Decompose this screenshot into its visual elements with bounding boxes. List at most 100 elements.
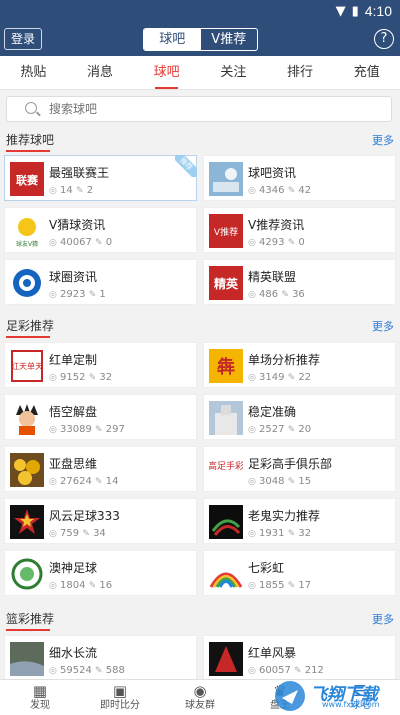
member-count: 9152 xyxy=(60,372,86,383)
posts-icon: ✎ xyxy=(88,373,97,383)
club-name: V推荐资讯 xyxy=(248,218,305,232)
post-count: 36 xyxy=(292,289,305,300)
nav-label: 发现 xyxy=(30,700,50,711)
more-link[interactable]: 更多 xyxy=(372,611,394,627)
nav-qiuba[interactable]: ☰ 球吧 xyxy=(320,680,400,715)
club-logo: 高足手彩 xyxy=(209,453,243,487)
club-card[interactable]: 稳定准确 ◎ 2527 ✎ 20 xyxy=(203,394,396,440)
club-name: 细水长流 xyxy=(49,646,98,660)
login-button[interactable]: 登录 xyxy=(4,28,42,50)
club-stats: ◎ 4293 ✎ 0 xyxy=(248,237,305,248)
search-box[interactable] xyxy=(6,96,392,122)
club-card[interactable]: 联赛 最强联赛王 ◎ 14 ✎ 2 推荐 xyxy=(4,155,197,201)
club-name: 澳神足球 xyxy=(49,561,98,575)
club-name: 红单定制 xyxy=(49,353,98,367)
club-card[interactable]: V推荐 V推荐资讯 ◎ 4293 ✎ 0 xyxy=(203,207,396,253)
club-card[interactable]: 精英 精英联盟 ◎ 486 ✎ 36 xyxy=(203,259,396,305)
post-count: 42 xyxy=(298,185,312,196)
members-icon: ◎ xyxy=(49,186,57,196)
post-count: 297 xyxy=(105,424,125,435)
club-logo xyxy=(209,557,243,591)
tab-qiuba[interactable]: 球吧 xyxy=(133,56,200,89)
logo-text: 球友V猜 xyxy=(16,240,38,248)
calendar-icon: ▣ xyxy=(112,682,128,700)
posts-icon: ✎ xyxy=(95,238,103,248)
section-recommended-header: 推荐球吧 更多 xyxy=(0,128,400,152)
club-stats: ◎ 1804 ✎ 16 xyxy=(49,580,112,591)
posts-icon: ✎ xyxy=(287,238,296,248)
more-link[interactable]: 更多 xyxy=(372,318,394,334)
battery-icon: ▮ xyxy=(351,3,359,19)
club-logo xyxy=(209,162,243,196)
member-count: 1804 xyxy=(60,580,86,591)
posts-icon: ✎ xyxy=(95,666,103,676)
posts-icon: ✎ xyxy=(294,666,302,676)
club-stats: ◎ 14 ✎ 2 xyxy=(49,185,93,196)
club-card[interactable]: 红天单天 红单定制 ◎ 9152 ✎ 32 xyxy=(4,342,197,388)
club-logo: 红天单天 xyxy=(10,349,44,383)
club-card[interactable]: 球圈资讯 ◎ 2923 ✎ 1 xyxy=(4,259,197,305)
tab-messages[interactable]: 消息 xyxy=(67,56,134,89)
members-icon: ◎ xyxy=(248,666,256,676)
club-name: 老鬼实力推荐 xyxy=(248,509,321,523)
club-card[interactable]: 七彩虹 ◎ 1855 ✎ 17 xyxy=(203,550,396,596)
member-count: 759 xyxy=(60,528,80,539)
club-card[interactable]: 悟空解盘 ◎ 33089 ✎ 297 xyxy=(4,394,197,440)
more-link[interactable]: 更多 xyxy=(372,132,394,148)
nav-panwang[interactable]: ♛ 盘王 xyxy=(240,680,320,715)
club-card[interactable]: 细水长流 ◎ 59524 ✎ 588 xyxy=(4,635,197,681)
club-card[interactable]: 高足手彩 足彩高手俱乐部 ◎ 3048 ✎ 15 xyxy=(203,446,396,492)
member-count: 1855 xyxy=(259,580,285,591)
club-name: 悟空解盘 xyxy=(49,405,98,419)
club-card[interactable]: 亚盘思维 ◎ 27624 ✎ 14 xyxy=(4,446,197,492)
member-count: 4293 xyxy=(259,237,285,248)
wifi-icon: ▼ xyxy=(335,3,346,19)
tab-hot-posts[interactable]: 热贴 xyxy=(0,56,67,89)
crown-icon: ♛ xyxy=(273,682,287,700)
svg-text:犇: 犇 xyxy=(217,356,235,378)
club-card[interactable]: 红单风暴 ◎ 60057 ✎ 212 xyxy=(203,635,396,681)
club-name: 球吧资讯 xyxy=(248,166,297,180)
tab-follow[interactable]: 关注 xyxy=(200,56,267,89)
logo-text: 高足手彩 xyxy=(209,460,243,472)
post-count: 16 xyxy=(99,580,113,591)
club-card[interactable]: 球吧资讯 ◎ 4346 ✎ 42 xyxy=(203,155,396,201)
status-bar: ▼ ▮ 4:10 xyxy=(0,0,400,24)
members-icon: ◎ xyxy=(248,581,256,591)
club-name: 稳定准确 xyxy=(248,405,297,419)
posts-icon: ✎ xyxy=(287,425,296,435)
club-logo xyxy=(209,505,243,539)
club-card[interactable]: 球友V猜 V猜球资讯 ◎ 40067 ✎ 0 xyxy=(4,207,197,253)
club-name: 球圈资讯 xyxy=(49,270,98,284)
nav-fan-group[interactable]: ◉ 球友群 xyxy=(160,680,240,715)
club-name: 单场分析推荐 xyxy=(248,353,321,367)
club-card[interactable]: 澳神足球 ◎ 1804 ✎ 16 xyxy=(4,550,197,596)
posts-icon: ✎ xyxy=(287,373,296,383)
tab-ranking[interactable]: 排行 xyxy=(267,56,334,89)
clock: 4:10 xyxy=(364,3,392,19)
post-count: 1 xyxy=(99,289,106,300)
club-card[interactable]: 犇 单场分析推荐 ◎ 3149 ✎ 22 xyxy=(203,342,396,388)
members-icon: ◎ xyxy=(49,581,57,591)
club-name: 最强联赛王 xyxy=(49,166,110,180)
posts-icon: ✎ xyxy=(82,529,90,539)
search-input[interactable] xyxy=(49,100,369,118)
nav-discover[interactable]: ▦ 发现 xyxy=(0,680,80,715)
tab-recharge[interactable]: 充值 xyxy=(333,56,400,89)
club-card[interactable]: 老鬼实力推荐 ◎ 1931 ✎ 32 xyxy=(203,498,396,544)
club-stats: ◎ 1931 ✎ 32 xyxy=(248,528,311,539)
nav-live-score[interactable]: ▣ 即时比分 xyxy=(80,680,160,715)
section-football-header: 足彩推荐 更多 xyxy=(0,314,400,338)
help-icon[interactable]: ? xyxy=(374,29,394,49)
segment-vtuijian[interactable]: V推荐 xyxy=(201,29,258,50)
segment-qiuba[interactable]: 球吧 xyxy=(144,29,201,50)
app-header: 登录 球吧 V推荐 ? xyxy=(0,24,400,56)
members-icon: ◎ xyxy=(248,529,256,539)
club-stats: ◎ 1855 ✎ 17 xyxy=(248,580,311,591)
grid-icon: ▦ xyxy=(32,682,48,700)
search-area xyxy=(0,90,400,126)
post-count: 17 xyxy=(298,580,312,591)
post-count: 212 xyxy=(304,665,324,676)
club-card[interactable]: 风云足球333 ◎ 759 ✎ 34 xyxy=(4,498,197,544)
ball-icon: ◉ xyxy=(193,682,207,700)
